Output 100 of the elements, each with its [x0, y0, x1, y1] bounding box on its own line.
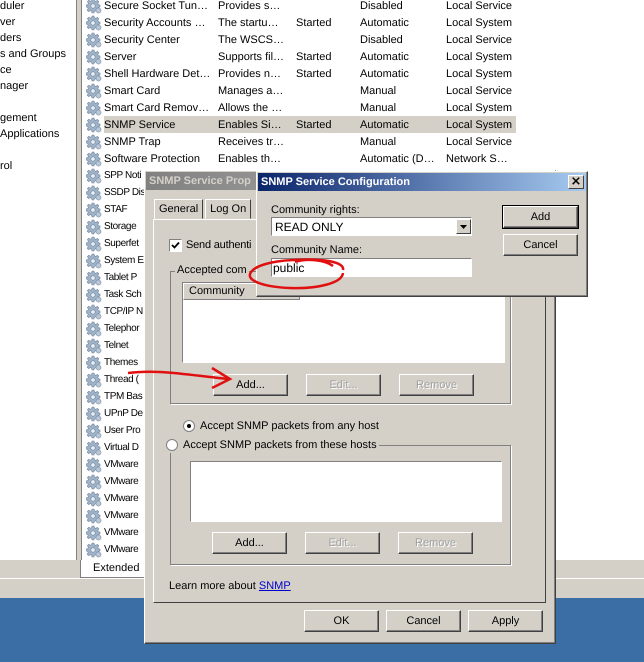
service-description: Manages a… — [218, 84, 284, 96]
gear-icon — [86, 14, 102, 30]
service-name: VMware — [104, 476, 138, 487]
gear-icon — [86, 456, 102, 472]
service-name: VMware — [104, 459, 138, 470]
service-row[interactable]: Server Supports fil… Started Automatic Local System — [104, 48, 516, 65]
tab[interactable]: Log On — [205, 199, 252, 219]
gear-icon — [86, 490, 102, 506]
service-name: Security Accounts … — [104, 16, 206, 28]
tree-item[interactable]: gement — [0, 94, 76, 126]
radio-button[interactable] — [183, 420, 195, 432]
dialog-button[interactable]: OK — [304, 610, 379, 632]
service-row[interactable]: Shell Hardware Det… Provides n… Started Automatic Local System — [104, 65, 516, 82]
log-on-as: Local System — [446, 102, 514, 114]
tab[interactable]: General — [154, 199, 204, 219]
gear-icon — [86, 48, 102, 64]
gear-icon — [86, 134, 102, 150]
log-on-as: Local Service — [446, 136, 514, 148]
service-name: Themes — [104, 357, 138, 368]
tree-item[interactable]: ce — [0, 62, 76, 78]
add-button[interactable]: Add... — [212, 532, 287, 554]
service-description: Allows the … — [218, 102, 284, 114]
service-status: Started — [296, 50, 332, 62]
tree-item[interactable]: s and Groups — [0, 46, 76, 62]
service-name: Smart Card Remov… — [104, 102, 210, 114]
service-status: Started — [296, 118, 332, 130]
service-description: The startu… — [218, 16, 280, 28]
dialog-button[interactable]: Apply — [468, 610, 543, 632]
log-on-as: Local System — [446, 16, 514, 28]
tree-item[interactable]: ders — [0, 30, 76, 46]
field-label: Community Name: — [271, 244, 364, 256]
rights-dropdown[interactable]: READ ONLY — [271, 217, 472, 236]
log-on-as: Network S… — [446, 152, 509, 164]
checkbox[interactable] — [169, 238, 182, 252]
service-name: VMware — [104, 527, 138, 538]
dialog-button[interactable]: Add — [503, 206, 578, 228]
service-name: Security Center — [104, 34, 181, 46]
service-description: Supports fil… — [218, 50, 286, 62]
gear-icon — [86, 218, 102, 234]
gear-icon — [86, 0, 102, 14]
startup-type: Automatic — [360, 50, 410, 62]
service-name: Telephor — [104, 323, 140, 334]
service-name: Secure Socket Tun… — [104, 0, 209, 12]
startup-type: Automatic — [360, 118, 410, 130]
startup-type: Manual — [360, 102, 398, 114]
gear-icon — [86, 542, 102, 558]
startup-type: Disabled — [360, 0, 404, 12]
service-description: Enables th… — [218, 152, 282, 164]
gear-icon — [86, 440, 102, 456]
close-button[interactable]: × — [568, 175, 584, 189]
service-name: Shell Hardware Det… — [104, 68, 212, 80]
service-row[interactable]: Smart Card Remov… Allows the … Manual Local System — [104, 99, 516, 116]
dialog-button[interactable]: Cancel — [503, 234, 578, 256]
gear-icon — [86, 320, 102, 336]
service-status: Started — [296, 68, 332, 80]
tree-item[interactable]: rol — [0, 142, 76, 174]
service-row[interactable]: Secure Socket Tun… Provides s… Disabled Local Service — [104, 0, 516, 14]
startup-type: Automatic — [360, 16, 410, 28]
service-row[interactable]: Security Center The WSCS… Disabled Local Service — [104, 31, 516, 48]
log-on-as: Local Service — [446, 0, 514, 12]
gear-icon — [86, 508, 102, 524]
checkbox-label: Send authenti — [186, 239, 252, 251]
service-row[interactable]: SNMP Service Enables Si… Started Automatic Local System — [104, 116, 516, 133]
gear-icon — [86, 184, 102, 200]
startup-type: Automatic — [360, 68, 410, 80]
dialog-title: SNMP Service Configuration — [261, 175, 410, 190]
caret-icon — [460, 224, 467, 228]
log-on-as: Local System — [446, 68, 514, 80]
service-name: TCP/IP N — [104, 306, 143, 317]
service-description: Provides n… — [218, 68, 282, 80]
gear-icon — [86, 474, 102, 490]
service-row[interactable]: Software Protection Enables th… Automatic (D… Network S… — [104, 150, 516, 167]
service-row[interactable]: SNMP Trap Receives tr… Manual Local Service — [104, 133, 516, 150]
service-name: Telnet — [104, 340, 128, 351]
gear-icon — [86, 372, 102, 388]
gear-icon — [86, 524, 102, 540]
service-row[interactable]: Security Accounts … The startu… Started Automatic Local System — [104, 14, 516, 31]
tree-item[interactable]: nager — [0, 78, 76, 94]
tree-item[interactable]: Applications — [0, 126, 76, 142]
service-name: UPnP De — [104, 408, 143, 419]
log-on-as: Local Service — [446, 84, 514, 96]
snmp-link[interactable]: SNMP — [258, 580, 291, 592]
gear-icon — [86, 304, 102, 320]
service-name: SNMP Service — [104, 118, 176, 130]
tree-item[interactable]: ver — [0, 14, 76, 30]
add-button[interactable]: Add... — [213, 374, 288, 396]
gear-icon — [86, 150, 102, 166]
service-name: Server — [104, 50, 138, 62]
service-description: Receives tr… — [218, 136, 286, 148]
radio-button[interactable] — [166, 439, 178, 451]
startup-type: Manual — [360, 84, 398, 96]
service-status: Started — [296, 16, 332, 28]
tree-item[interactable]: duler — [0, 0, 76, 14]
community-name-field[interactable]: public — [271, 258, 472, 277]
service-name: SNMP Trap — [104, 136, 162, 148]
gear-icon — [86, 286, 102, 302]
service-row[interactable]: Smart Card Manages a… Manual Local Service — [104, 82, 516, 99]
gear-icon — [86, 168, 102, 184]
dialog-button[interactable]: Cancel — [386, 610, 461, 632]
gear-icon — [86, 100, 102, 116]
